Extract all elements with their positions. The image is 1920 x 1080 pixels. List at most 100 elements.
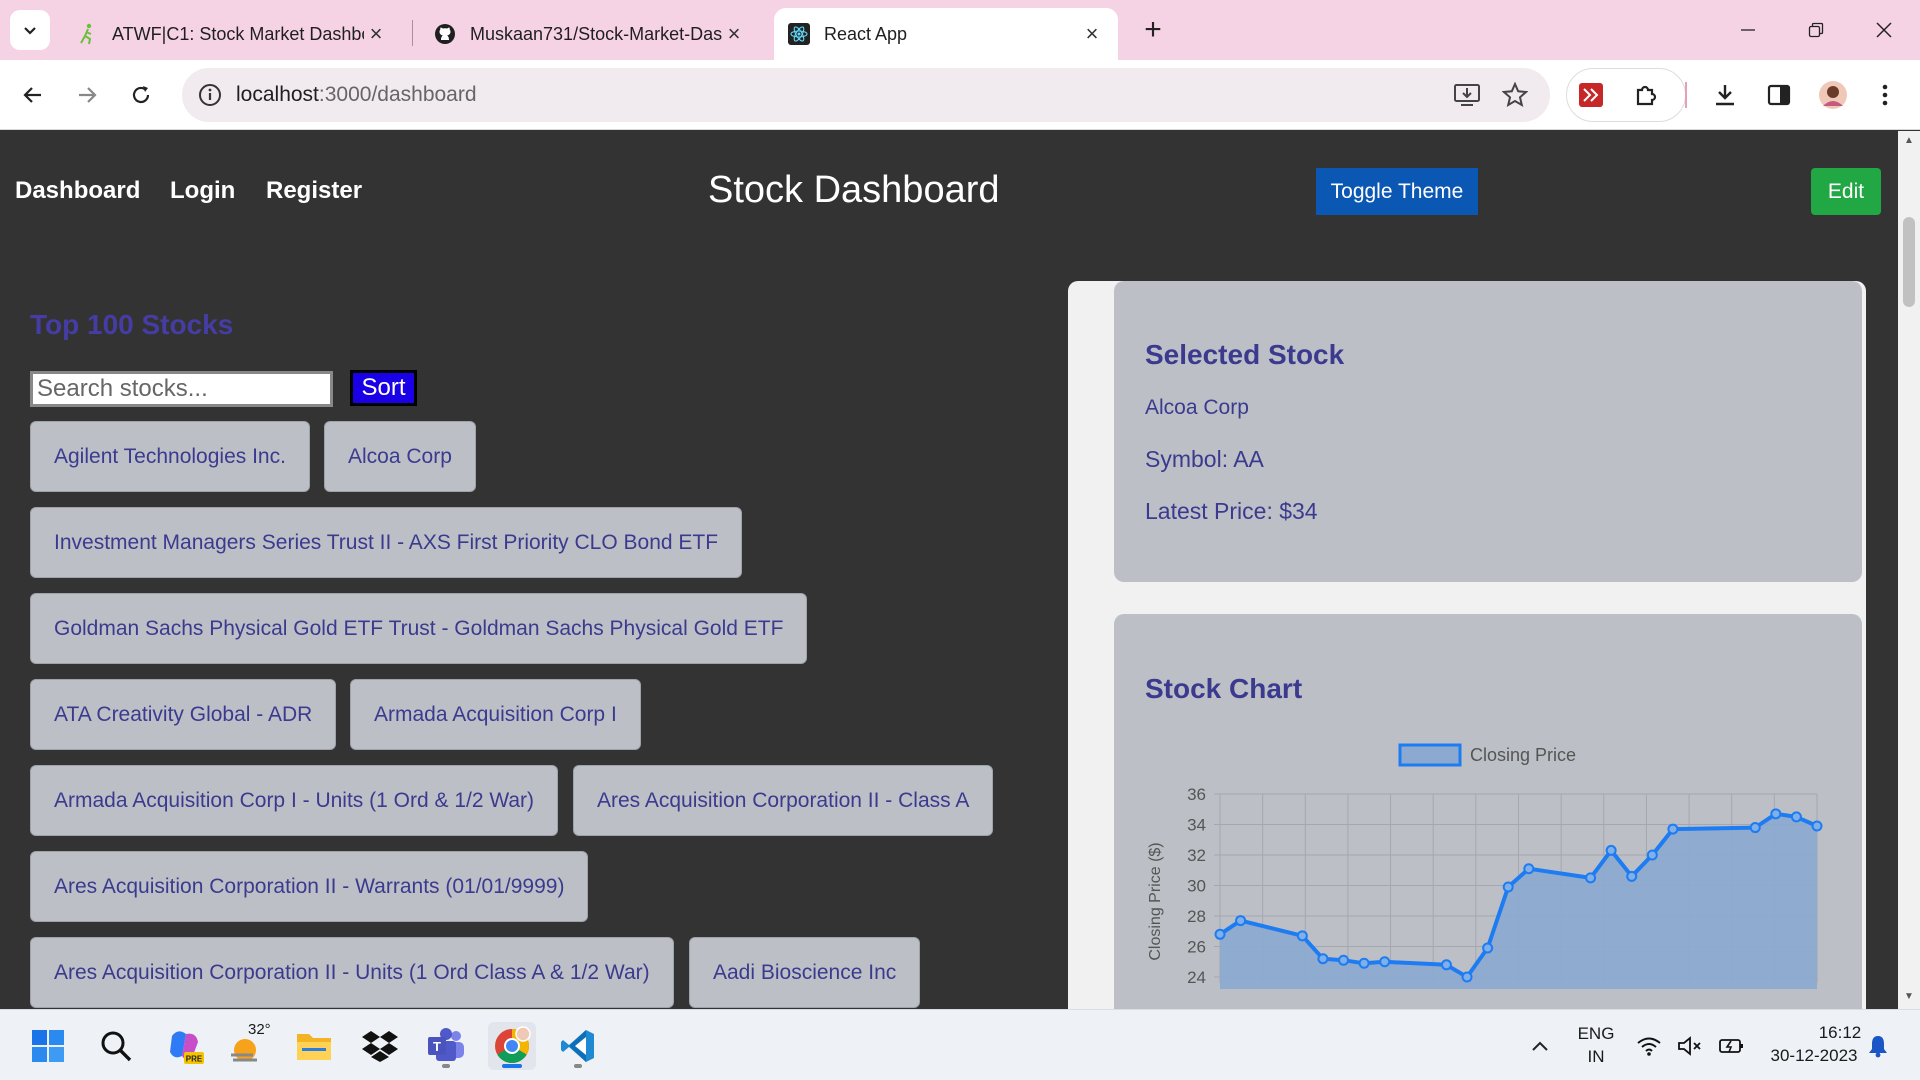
y-tick-label: 36 [1187,785,1206,804]
clock-date[interactable]: 30-12-2023 [1758,1046,1870,1066]
restore-icon[interactable] [1794,10,1838,50]
chevron-down-icon [24,27,36,35]
download-icon[interactable] [1702,72,1748,118]
data-point [1585,872,1597,884]
bookmark-star-icon[interactable] [1500,80,1530,110]
stock-item[interactable]: Goldman Sachs Physical Gold ETF Trust - … [30,593,808,664]
search-input[interactable] [30,371,333,407]
close-tab-icon[interactable]: × [722,21,746,46]
extension-icon[interactable] [1568,72,1614,118]
teams-icon[interactable]: T [422,1022,470,1070]
minimize-icon[interactable] [1726,10,1770,50]
search-icon[interactable] [92,1022,140,1070]
edit-button[interactable]: Edit [1811,168,1881,215]
page-scrollbar[interactable]: ▲ ▼ [1898,131,1920,1009]
data-point [1482,942,1494,954]
github-icon [434,23,456,45]
data-point [1523,863,1535,875]
scrollbar-thumb[interactable] [1903,217,1915,307]
selected-stock-heading: Selected Stock [1145,339,1345,370]
stock-item[interactable]: Aadi Bioscience Inc [689,937,921,1008]
forward-arrow-icon[interactable] [64,72,110,118]
close-tab-icon[interactable]: × [364,21,388,46]
language-indicator[interactable]: ENG IN [1570,1022,1622,1070]
language-code: ENG [1577,1024,1615,1043]
data-point [1214,928,1226,940]
vscode-icon[interactable] [554,1022,602,1070]
selected-stock-name: Alcoa Corp [1145,396,1249,419]
stock-item[interactable]: ATA Creativity Global - ADR [30,679,337,750]
svg-text:T: T [433,1039,441,1054]
stock-chart-heading: Stock Chart [1145,673,1303,704]
stock-item[interactable]: Armada Acquisition Corp I - Units (1 Ord… [30,765,559,836]
tab-title: React App [824,23,908,44]
url-path: :3000/dashboard [318,83,477,106]
show-hidden-icons-chevron-icon[interactable] [1516,1022,1564,1070]
page-content: Dashboard Login Register Stock Dashboard… [0,131,1898,1009]
browser-tab-strip: ATWF|C1: Stock Market Dashbo × Muskaan73… [0,0,1920,60]
nav-link-dashboard[interactable]: Dashboard [15,177,140,205]
tab-github[interactable]: Muskaan731/Stock-Market-Das × [420,8,760,60]
new-tab-button[interactable]: + [1135,12,1171,48]
stock-item[interactable]: Ares Acquisition Corporation II - Units … [30,937,674,1008]
nav-link-register[interactable]: Register [266,177,362,205]
stock-item[interactable]: Armada Acquisition Corp I [350,679,641,750]
data-point [1770,808,1782,820]
file-explorer-icon[interactable] [290,1022,338,1070]
tab-title: ATWF|C1: Stock Market Dashbo [112,23,364,44]
windows-taskbar: PRE 32° T ENG IN 16:12 30-12-2023 [0,1009,1920,1080]
y-tick-label: 28 [1187,907,1206,926]
stock-item[interactable]: Ares Acquisition Corporation II - Warran… [30,851,589,922]
system-tray[interactable] [1636,1030,1746,1062]
back-arrow-icon[interactable] [10,72,56,118]
url-text: localhost:3000/dashboard [236,83,477,107]
data-point [1749,822,1761,834]
stock-item[interactable]: Ares Acquisition Corporation II - Class … [573,765,994,836]
site-info-icon[interactable] [196,81,224,109]
legend-label: Closing Price [1470,745,1576,765]
side-panel-icon[interactable] [1756,72,1802,118]
tab-search-button[interactable] [10,10,50,50]
url-host: localhost [236,83,319,106]
scroll-up-icon[interactable]: ▲ [1903,135,1915,146]
data-point [1317,953,1329,965]
dropbox-icon[interactable] [356,1022,404,1070]
stock-item[interactable]: Investment Managers Series Trust II - AX… [30,507,743,578]
nav-link-login[interactable]: Login [170,177,235,205]
running-indicator [574,1064,582,1068]
puzzle-extensions-icon[interactable] [1623,72,1669,118]
data-point [1667,823,1679,835]
close-window-icon[interactable] [1862,10,1906,50]
notification-bell-icon[interactable] [1856,1022,1900,1070]
stock-item[interactable]: Agilent Technologies Inc. [30,421,310,492]
y-tick-label: 30 [1187,877,1206,896]
y-tick-label: 32 [1187,846,1206,865]
chrome-icon[interactable] [488,1022,536,1070]
scroll-down-icon[interactable]: ▼ [1903,991,1915,1002]
top-stocks-heading: Top 100 Stocks [30,309,234,340]
selected-stock-price: Latest Price: $34 [1145,498,1318,524]
tab-atwf[interactable]: ATWF|C1: Stock Market Dashbo × [62,8,402,60]
volume-muted-icon [1678,1036,1701,1056]
tab-react-app[interactable]: React App × [774,8,1118,60]
windows-start-icon[interactable] [24,1022,72,1070]
reload-icon[interactable] [118,72,164,118]
toggle-theme-button[interactable]: Toggle Theme [1316,168,1478,215]
data-point [1235,915,1247,927]
browser-menu-icon[interactable] [1862,72,1908,118]
copilot-icon[interactable]: PRE [160,1022,208,1070]
runner-favicon-icon [76,23,98,45]
selected-stock-card: Selected Stock Alcoa Corp Symbol: AA Lat… [1114,281,1862,582]
data-point [1358,957,1370,969]
data-point [1502,881,1514,893]
y-tick-label: 26 [1187,938,1206,957]
profile-avatar[interactable] [1810,72,1856,118]
install-app-icon[interactable] [1452,80,1482,110]
stock-item[interactable]: Alcoa Corp [324,421,476,492]
address-bar[interactable]: localhost:3000/dashboard [182,68,1550,122]
close-tab-icon[interactable]: × [1080,21,1104,46]
running-indicator [442,1064,450,1068]
toolbar-separator [1685,82,1687,108]
sort-button[interactable]: Sort [350,370,417,406]
stock-line-chart: 24 26 28 30 32 34 36 Closing Price ($) Closing P… [1147,743,1823,989]
